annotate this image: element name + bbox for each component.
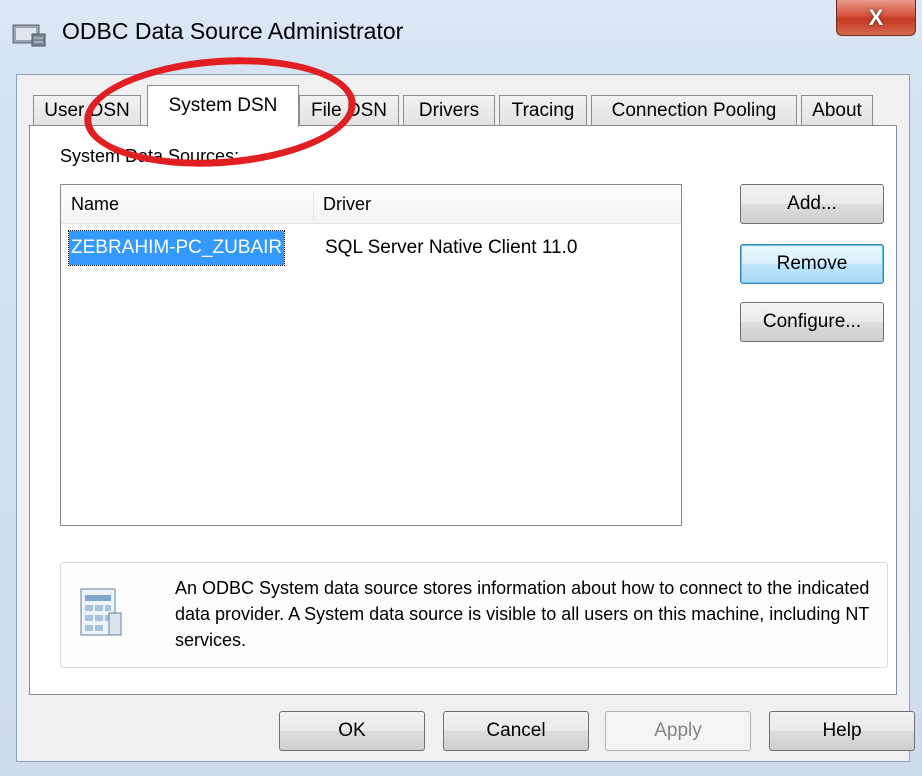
tab-connection-pooling[interactable]: Connection Pooling: [591, 95, 797, 127]
close-button[interactable]: X: [836, 0, 916, 36]
ok-button[interactable]: OK: [279, 711, 425, 751]
tab-about[interactable]: About: [801, 95, 873, 127]
title-bar[interactable]: ODBC Data Source Administrator X: [0, 0, 922, 70]
tab-system-dsn[interactable]: System DSN: [147, 85, 299, 127]
help-button[interactable]: Help: [769, 711, 915, 751]
tab-tracing[interactable]: Tracing: [499, 95, 587, 127]
dialog-client-area: User DSN System DSN File DSN Drivers Tra…: [16, 74, 915, 762]
add-button[interactable]: Add...: [740, 184, 884, 224]
row-driver-cell[interactable]: SQL Server Native Client 11.0: [325, 231, 577, 265]
window-frame: ODBC Data Source Administrator X User DS…: [0, 0, 922, 776]
remove-button[interactable]: Remove: [740, 244, 884, 284]
list-header: Name Driver: [61, 185, 681, 224]
tab-drivers[interactable]: Drivers: [403, 95, 495, 127]
tab-user-dsn[interactable]: User DSN: [33, 95, 141, 127]
column-header-driver[interactable]: Driver: [313, 185, 681, 223]
cancel-button[interactable]: Cancel: [443, 711, 589, 751]
system-data-sources-label: System Data Sources:: [60, 146, 240, 166]
apply-button: Apply: [605, 711, 751, 751]
data-source-icon: [80, 588, 122, 636]
info-box: An ODBC System data source stores inform…: [60, 562, 888, 668]
info-description: An ODBC System data source stores inform…: [175, 578, 870, 650]
row-name-cell[interactable]: ZEBRAHIM-PC_ZUBAIR: [67, 230, 286, 266]
configure-button[interactable]: Configure...: [740, 302, 884, 342]
data-sources-list[interactable]: Name Driver ZEBRAHIM-PC_ZUBAIR SQL Serve…: [60, 184, 682, 526]
column-header-name[interactable]: Name: [61, 185, 313, 223]
window-title: ODBC Data Source Administrator: [62, 18, 404, 44]
system-dsn-panel: System Data Sources: Name Driver ZEBRAHI…: [29, 125, 897, 695]
odbc-app-icon: [12, 24, 46, 47]
tab-file-dsn[interactable]: File DSN: [299, 95, 399, 127]
